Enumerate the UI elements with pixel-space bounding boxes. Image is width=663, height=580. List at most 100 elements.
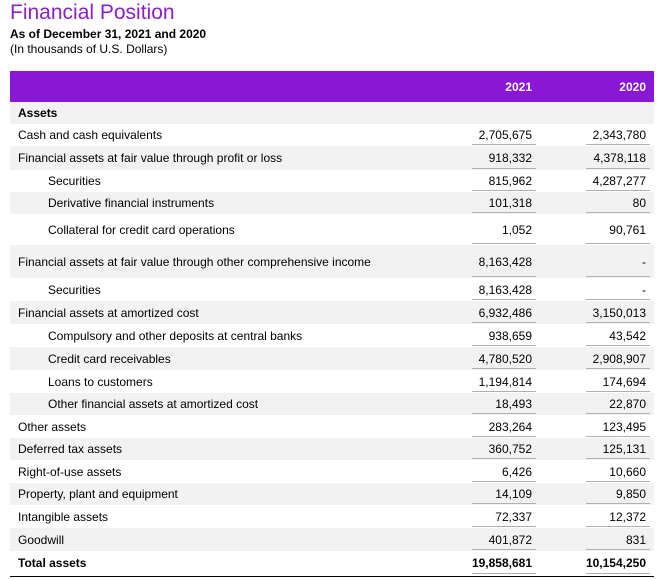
cell-underline	[586, 391, 650, 392]
cell-underline	[586, 168, 650, 169]
value-2021: 4,780,520	[478, 352, 532, 366]
row-label: Other assets	[18, 420, 87, 434]
value-2021: 918,332	[488, 151, 532, 165]
table-row: Total assets 19,858,681 10,154,250	[10, 551, 654, 575]
row-label: Financial assets at fair value through p…	[18, 151, 283, 165]
table-row: Property, plant and equipment 14,109 9,850	[10, 483, 654, 505]
cell-underline	[472, 391, 536, 392]
row-label: Right-of-use assets	[18, 465, 122, 479]
row-label: Assets	[18, 106, 58, 120]
cell-underline	[586, 526, 650, 527]
currency-note: (In thousands of U.S. Dollars)	[10, 42, 168, 56]
value-2021: 8,163,428	[478, 255, 532, 269]
cell-underline	[472, 190, 536, 191]
cell-underline	[472, 368, 536, 369]
cell-underline	[586, 190, 650, 191]
cell-underline	[586, 549, 650, 550]
value-2020: 80	[632, 196, 646, 210]
value-2021: 360,752	[488, 442, 532, 456]
cell-underline	[472, 503, 536, 504]
table-row: Right-of-use assets 6,426 10,660	[10, 460, 654, 483]
cell-underline	[586, 503, 650, 504]
cell-underline	[472, 413, 536, 414]
table-row: Compulsory and other deposits at central…	[10, 324, 654, 347]
page-title: Financial Position	[10, 1, 175, 24]
value-2020: 2,908,907	[592, 352, 646, 366]
table-row: Securities 815,962 4,287,277	[10, 170, 654, 192]
value-2021: 938,659	[488, 329, 532, 343]
table-row: Deferred tax assets 360,752 125,131	[10, 438, 654, 460]
cell-underline	[586, 413, 650, 414]
row-label: Loans to customers	[48, 375, 153, 389]
value-2020: 10,660	[609, 465, 646, 479]
row-label: Total assets	[18, 556, 87, 570]
cell-underline	[472, 322, 536, 323]
row-label: Cash and cash equivalents	[18, 128, 163, 142]
row-label: Goodwill	[18, 533, 65, 547]
value-2020: 4,378,118	[593, 151, 647, 165]
table-row: Other financial assets at amortized cost…	[10, 393, 654, 415]
value-2020: 3,150,013	[592, 306, 646, 320]
cell-underline	[472, 276, 536, 277]
table-row: Derivative financial instruments 101,318 8…	[10, 192, 654, 214]
cell-underline	[472, 573, 536, 574]
cell-underline	[472, 458, 536, 459]
table-row: Collateral for credit card operations 1,0…	[10, 214, 654, 245]
row-label: Credit card receivables	[48, 352, 171, 366]
cell-underline	[586, 368, 650, 369]
cell-underline	[586, 436, 650, 437]
cell-underline	[586, 144, 650, 145]
value-2020: 125,131	[602, 442, 646, 456]
value-2021: 18,493	[495, 397, 532, 411]
cell-underline	[586, 458, 650, 459]
table-row: Financial assets at fair value through o…	[10, 245, 654, 278]
value-2020: 22,870	[609, 397, 646, 411]
value-2020: 4,287,277	[592, 174, 646, 188]
value-2021: 1,052	[501, 223, 532, 237]
row-label: Financial assets at fair value through o…	[18, 255, 371, 269]
value-2021: 2,705,675	[478, 128, 532, 142]
value-2020: -	[642, 255, 646, 269]
row-label: Derivative financial instruments	[48, 196, 215, 210]
row-label: Financial assets at amortized cost	[18, 306, 199, 320]
report-date: As of December 31, 2021 and 2020	[10, 27, 207, 41]
row-label: Property, plant and equipment	[18, 487, 178, 501]
row-label: Intangible assets	[18, 510, 109, 524]
cell-underline	[472, 481, 536, 482]
cell-underline	[586, 243, 650, 244]
cell-underline	[472, 299, 536, 300]
value-2021: 101,318	[488, 196, 532, 210]
cell-underline	[586, 481, 650, 482]
cell-underline	[472, 345, 536, 346]
value-2021: 283,264	[488, 420, 532, 434]
table-row: Assets	[10, 102, 654, 124]
row-label: Collateral for credit card operations	[48, 223, 235, 237]
row-label: Securities	[48, 174, 101, 188]
table-row: Credit card receivables 4,780,520 2,908,90…	[10, 347, 654, 370]
value-2020: 43,542	[609, 329, 646, 343]
value-2021: 1,194,814	[478, 375, 532, 389]
table-row: Financial assets at fair value through p…	[10, 146, 654, 170]
value-2021: 19,858,681	[471, 556, 532, 570]
cell-underline	[472, 549, 536, 550]
table-row: Other assets 283,264 123,495	[10, 415, 654, 438]
value-2021: 6,426	[501, 465, 532, 479]
value-2020: 2,343,780	[592, 128, 646, 142]
value-2020: 123,495	[602, 420, 646, 434]
cell-underline	[586, 299, 650, 300]
table-row: Cash and cash equivalents 2,705,675 2,343,…	[10, 124, 654, 146]
value-2021: 401,872	[488, 533, 532, 547]
cell-underline	[472, 243, 536, 244]
cell-underline	[586, 322, 650, 323]
table-row: Goodwill 401,872 831	[10, 528, 654, 551]
table-header: 2021 2020	[10, 71, 654, 102]
value-2020: 831	[625, 533, 646, 547]
cell-underline	[586, 345, 650, 346]
table-row: Securities 8,163,428 -	[10, 278, 654, 301]
value-2020: 90,761	[609, 223, 646, 237]
value-2021: 72,337	[495, 510, 532, 524]
row-label: Compulsory and other deposits at central…	[48, 329, 303, 343]
row-label: Other financial assets at amortized cost	[48, 397, 259, 411]
column-header-2020: 2020	[619, 80, 646, 94]
cell-underline	[472, 526, 536, 527]
